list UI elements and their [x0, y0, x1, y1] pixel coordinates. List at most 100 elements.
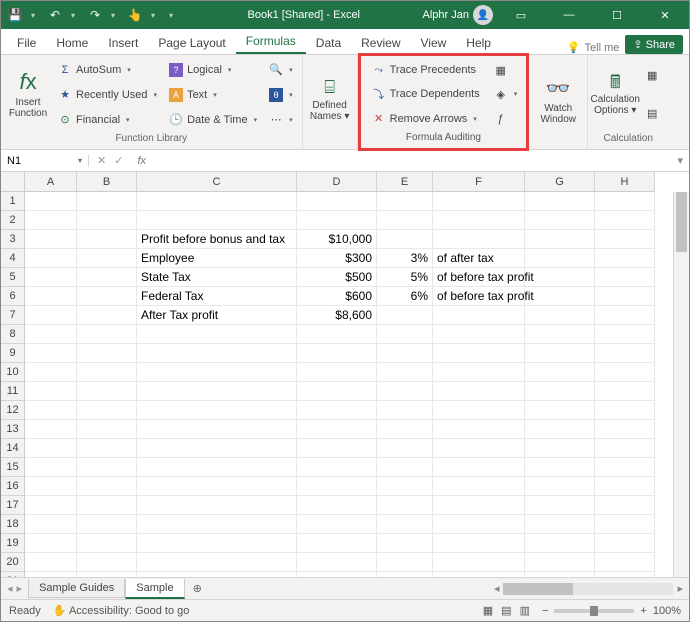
row-header[interactable]: 18 [1, 515, 25, 534]
undo-icon[interactable]: ↶ [47, 8, 63, 22]
cell-B19[interactable] [77, 534, 137, 553]
cell-G6[interactable] [525, 287, 595, 306]
cell-D16[interactable] [297, 477, 377, 496]
cell-G4[interactable] [525, 249, 595, 268]
select-all-corner[interactable] [1, 172, 25, 192]
calculate-now-button[interactable]: ▦ [643, 68, 661, 84]
math-button[interactable]: θ▾ [267, 87, 295, 103]
row-header[interactable]: 3 [1, 230, 25, 249]
cell-F21[interactable] [433, 572, 525, 577]
col-header-e[interactable]: E [377, 172, 433, 192]
cell-D3[interactable]: $10,000 [297, 230, 377, 249]
sheet-nav-prev-icon[interactable]: ◂ [7, 582, 13, 595]
cell-G12[interactable] [525, 401, 595, 420]
cell-B7[interactable] [77, 306, 137, 325]
row-header[interactable]: 6 [1, 287, 25, 306]
col-header-f[interactable]: F [433, 172, 525, 192]
cell-D8[interactable] [297, 325, 377, 344]
cell-A2[interactable] [25, 211, 77, 230]
cell-D18[interactable] [297, 515, 377, 534]
cell-C3[interactable]: Profit before bonus and tax [137, 230, 297, 249]
cell-D5[interactable]: $500 [297, 268, 377, 287]
recently-used-button[interactable]: ★Recently Used▾ [56, 87, 159, 103]
remove-arrows-button[interactable]: ✕Remove Arrows▾ [370, 111, 482, 127]
insert-function-button[interactable]: fx InsertFunction [4, 58, 52, 131]
cell-G7[interactable] [525, 306, 595, 325]
cell-B13[interactable] [77, 420, 137, 439]
zoom-out-icon[interactable]: − [542, 605, 548, 617]
cell-G5[interactable] [525, 268, 595, 287]
cell-A15[interactable] [25, 458, 77, 477]
row-header[interactable]: 16 [1, 477, 25, 496]
show-formulas-button[interactable]: ▦ [492, 62, 520, 78]
page-break-view-icon[interactable]: ▥ [520, 604, 530, 617]
cell-A4[interactable] [25, 249, 77, 268]
cell-A16[interactable] [25, 477, 77, 496]
cell-E19[interactable] [377, 534, 433, 553]
col-header-b[interactable]: B [77, 172, 137, 192]
row-header[interactable]: 21 [1, 572, 25, 577]
cell-H15[interactable] [595, 458, 655, 477]
cell-H20[interactable] [595, 553, 655, 572]
cell-C11[interactable] [137, 382, 297, 401]
cell-G20[interactable] [525, 553, 595, 572]
row-header[interactable]: 10 [1, 363, 25, 382]
cell-G8[interactable] [525, 325, 595, 344]
cell-H13[interactable] [595, 420, 655, 439]
tab-page-layout[interactable]: Page Layout [148, 32, 235, 54]
cell-B4[interactable] [77, 249, 137, 268]
share-button[interactable]: ⇪ Share [625, 35, 683, 54]
cell-E17[interactable] [377, 496, 433, 515]
cell-H14[interactable] [595, 439, 655, 458]
cell-G18[interactable] [525, 515, 595, 534]
cell-F7[interactable] [433, 306, 525, 325]
autosum-button[interactable]: ΣAutoSum▾ [56, 62, 159, 78]
cell-A1[interactable] [25, 192, 77, 211]
cell-E16[interactable] [377, 477, 433, 496]
cell-H21[interactable] [595, 572, 655, 577]
cell-E7[interactable] [377, 306, 433, 325]
trace-precedents-button[interactable]: ⤳Trace Precedents [370, 62, 482, 78]
ribbon-options-icon[interactable]: ▭ [501, 9, 541, 22]
tab-review[interactable]: Review [351, 32, 410, 54]
cell-C9[interactable] [137, 344, 297, 363]
cell-G9[interactable] [525, 344, 595, 363]
cell-A21[interactable] [25, 572, 77, 577]
cell-E1[interactable] [377, 192, 433, 211]
cell-G11[interactable] [525, 382, 595, 401]
row-header[interactable]: 7 [1, 306, 25, 325]
cell-B11[interactable] [77, 382, 137, 401]
cell-H4[interactable] [595, 249, 655, 268]
cell-D21[interactable] [297, 572, 377, 577]
cell-B21[interactable] [77, 572, 137, 577]
enter-formula-icon[interactable]: ✓ [114, 154, 123, 167]
cell-G2[interactable] [525, 211, 595, 230]
cell-H9[interactable] [595, 344, 655, 363]
cell-A10[interactable] [25, 363, 77, 382]
cell-B1[interactable] [77, 192, 137, 211]
cell-H16[interactable] [595, 477, 655, 496]
cell-A20[interactable] [25, 553, 77, 572]
cell-D12[interactable] [297, 401, 377, 420]
cell-A13[interactable] [25, 420, 77, 439]
cell-F13[interactable] [433, 420, 525, 439]
cell-B6[interactable] [77, 287, 137, 306]
cell-H8[interactable] [595, 325, 655, 344]
close-icon[interactable]: ✕ [645, 9, 685, 22]
row-header[interactable]: 8 [1, 325, 25, 344]
row-header[interactable]: 20 [1, 553, 25, 572]
tell-me-search[interactable]: 💡Tell me [567, 41, 620, 54]
maximize-icon[interactable]: ☐ [597, 9, 637, 22]
cell-G14[interactable] [525, 439, 595, 458]
cell-H11[interactable] [595, 382, 655, 401]
cell-G3[interactable] [525, 230, 595, 249]
col-header-d[interactable]: D [297, 172, 377, 192]
tab-formulas[interactable]: Formulas [236, 30, 306, 54]
text-button[interactable]: AText▾ [167, 87, 259, 103]
cell-F2[interactable] [433, 211, 525, 230]
zoom-slider[interactable] [554, 609, 634, 613]
cell-H12[interactable] [595, 401, 655, 420]
new-sheet-button[interactable]: ⊕ [185, 582, 210, 595]
cell-H1[interactable] [595, 192, 655, 211]
cell-G16[interactable] [525, 477, 595, 496]
